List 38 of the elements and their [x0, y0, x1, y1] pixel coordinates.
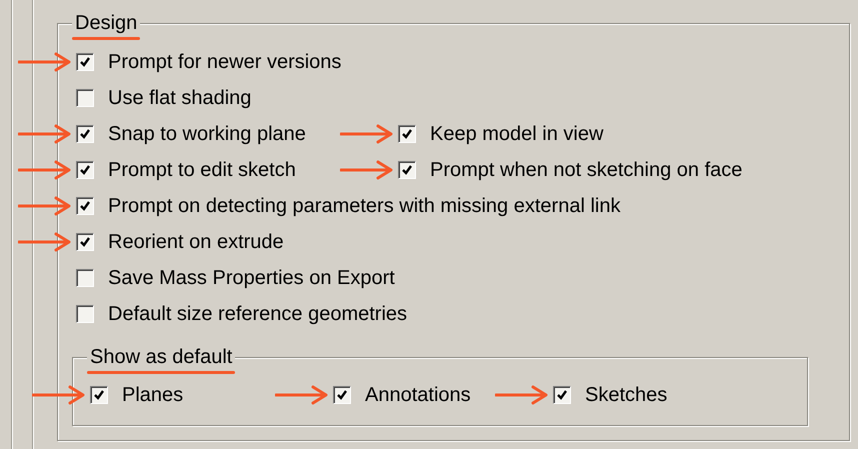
checkbox[interactable]: [76, 161, 94, 179]
check-icon: [79, 236, 91, 248]
checkbox[interactable]: [76, 305, 94, 323]
checkbox-label[interactable]: Reorient on extrude: [108, 230, 284, 254]
checkbox-label[interactable]: Save Mass Properties on Export: [108, 266, 395, 290]
check-icon: [79, 56, 91, 68]
checkbox-label[interactable]: Prompt to edit sketch: [108, 158, 296, 182]
checkbox-label[interactable]: Keep model in view: [430, 122, 604, 146]
check-icon: [93, 389, 105, 401]
checkbox[interactable]: [76, 125, 94, 143]
checkbox-label[interactable]: Planes: [122, 384, 184, 406]
checkbox-label[interactable]: Annotations: [365, 384, 471, 406]
checkbox[interactable]: [398, 161, 416, 179]
checkbox[interactable]: [76, 53, 94, 71]
check-icon: [79, 128, 91, 140]
checkbox-label[interactable]: Prompt when not sketching on face: [430, 158, 742, 182]
checkbox[interactable]: [398, 125, 416, 143]
group-title: Design: [75, 12, 138, 34]
checkbox[interactable]: [553, 386, 571, 404]
checkbox-label[interactable]: Sketches: [585, 384, 668, 406]
checkbox[interactable]: [333, 386, 351, 404]
checkbox[interactable]: [76, 269, 94, 287]
checkbox-label[interactable]: Snap to working plane: [108, 122, 306, 146]
checkbox[interactable]: [90, 386, 108, 404]
check-icon: [79, 164, 91, 176]
check-icon: [79, 200, 91, 212]
checkbox-label[interactable]: Prompt on detecting parameters with missing external link: [108, 194, 620, 218]
checkbox-label[interactable]: Default size reference geometries: [108, 302, 408, 326]
checkbox[interactable]: [76, 233, 94, 251]
checkbox[interactable]: [76, 197, 94, 215]
check-icon: [401, 164, 413, 176]
checkbox[interactable]: [76, 89, 94, 107]
group-title: Show as default: [90, 346, 232, 368]
check-icon: [556, 389, 568, 401]
check-icon: [336, 389, 348, 401]
checkbox-label[interactable]: Use flat shading: [108, 86, 252, 110]
checkbox-label[interactable]: Prompt for newer versions: [108, 50, 342, 74]
check-icon: [401, 128, 413, 140]
